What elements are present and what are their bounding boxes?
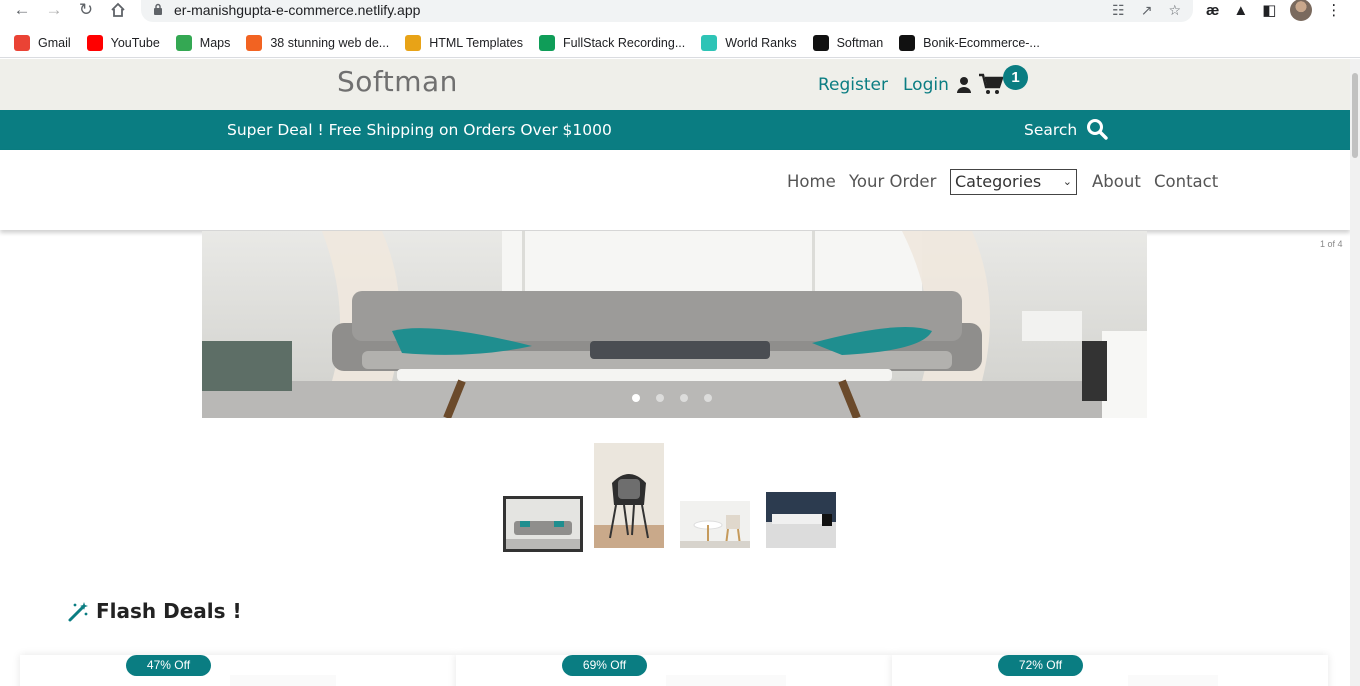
carousel-dot-1[interactable]	[632, 394, 640, 402]
extensions-puzzle-icon[interactable]: ▲	[1233, 2, 1248, 19]
translate-icon[interactable]: ☷	[1112, 2, 1125, 19]
nav-home[interactable]: Home	[787, 172, 836, 191]
discount-badge: 72% Off	[998, 655, 1083, 676]
bookmark-item[interactable]: FullStack Recording...	[538, 34, 686, 51]
bookmark-label: Maps	[199, 35, 231, 50]
thumbnail-table-chairs[interactable]	[680, 501, 750, 548]
gmail-icon	[14, 34, 30, 51]
bookmark-item[interactable]: Softman	[812, 34, 884, 51]
nav-about[interactable]: About	[1092, 172, 1141, 191]
discount-badge: 47% Off	[126, 655, 211, 676]
slide-counter: 1 of 4	[1320, 239, 1343, 249]
bookmark-label: FullStack Recording...	[562, 35, 686, 50]
brand-logo[interactable]: Softman	[337, 65, 458, 98]
login-link[interactable]: Login	[903, 75, 949, 95]
bookmark-label: World Ranks	[725, 35, 797, 50]
ae-extension-icon[interactable]: æ	[1206, 2, 1219, 19]
carousel-dots	[632, 394, 712, 402]
bookmark-item[interactable]: 38 stunning web de...	[246, 34, 390, 51]
99designs-icon	[246, 34, 263, 51]
bookmark-label: YouTube	[110, 35, 160, 50]
bookmark-label: Softman	[836, 35, 884, 50]
sofa-living-room-image	[202, 231, 1147, 418]
carousel-dot-2[interactable]	[656, 394, 664, 402]
url-text: er-manishgupta-e-commerce.netlify.app	[174, 2, 421, 18]
bookmark-label: Gmail	[38, 35, 71, 50]
top-header: Softman Register Login 1	[0, 59, 1350, 110]
page-scrollbar[interactable]	[1350, 59, 1360, 686]
reload-icon[interactable]: ↻	[74, 0, 98, 20]
carousel-dot-3[interactable]	[680, 394, 688, 402]
menu-dots-icon[interactable]: ⋮	[1326, 1, 1341, 19]
softman-icon	[812, 34, 829, 51]
user-icon[interactable]	[956, 76, 972, 94]
lock-icon	[154, 3, 162, 15]
bookmark-item[interactable]: Maps	[175, 34, 231, 51]
star-icon[interactable]: ☆	[1168, 2, 1181, 19]
address-bar[interactable]: er-manishgupta-e-commerce.netlify.app ☷ …	[141, 0, 1193, 22]
categories-select-value: Categories	[955, 172, 1042, 191]
side-panel-icon[interactable]: ◧	[1262, 1, 1276, 19]
categories-select[interactable]: Categories ⌄	[950, 169, 1077, 195]
search-bookmark-icon	[405, 34, 422, 51]
bookmark-label: HTML Templates	[429, 35, 523, 50]
home-icon[interactable]	[106, 0, 130, 20]
nav-contact[interactable]: Contact	[1154, 172, 1218, 191]
deal-card-image	[1128, 675, 1218, 686]
profile-avatar[interactable]	[1290, 0, 1313, 21]
maps-icon	[175, 34, 192, 51]
deal-card-image	[666, 675, 786, 686]
browser-toolbar: ← → ↻ er-manishgupta-e-commerce.netlify.…	[0, 0, 1360, 28]
forward-icon[interactable]: →	[42, 0, 66, 20]
cart-count-badge: 1	[1003, 65, 1028, 90]
thumbnail-chair[interactable]	[594, 443, 664, 548]
scrollbar-thumb[interactable]	[1352, 73, 1358, 158]
bookmark-item[interactable]: Bonik-Ecommerce-...	[899, 34, 1040, 51]
nav-your-order[interactable]: Your Order	[849, 172, 936, 191]
page-viewport: Softman Register Login 1 Super Deal ! Fr…	[0, 59, 1350, 686]
main-nav: Home Your Order Categories ⌄ About Conta…	[0, 150, 1350, 230]
thumbnail-sofa[interactable]	[503, 496, 583, 552]
sheets-icon	[538, 34, 555, 51]
deal-card[interactable]	[892, 655, 1328, 686]
cart-icon[interactable]	[979, 73, 1003, 95]
search-label[interactable]: Search	[1024, 121, 1077, 139]
bookmark-item[interactable]: World Ranks	[701, 34, 797, 51]
hero-carousel-image[interactable]	[202, 231, 1147, 418]
search-icon[interactable]	[1086, 118, 1108, 140]
youtube-icon	[86, 34, 103, 51]
github-icon	[899, 34, 916, 51]
promo-text: Super Deal ! Free Shipping on Orders Ove…	[227, 121, 612, 139]
bookmark-item[interactable]: YouTube	[86, 34, 160, 51]
thumbnail-bedroom[interactable]	[766, 492, 836, 548]
register-link[interactable]: Register	[818, 75, 888, 95]
discount-badge: 69% Off	[562, 655, 647, 676]
magic-wand-icon	[68, 602, 88, 622]
bookmark-item[interactable]: HTML Templates	[405, 34, 523, 51]
bookmark-item[interactable]: Gmail	[14, 34, 71, 51]
bookmarks-bar: Gmail YouTube Maps 38 stunning web de... HTM…	[0, 28, 1360, 58]
back-icon[interactable]: ←	[10, 0, 34, 20]
carousel-dot-4[interactable]	[704, 394, 712, 402]
flash-deals-title: Flash Deals !	[96, 599, 242, 623]
promo-bar: Super Deal ! Free Shipping on Orders Ove…	[0, 110, 1350, 150]
bookmark-label: 38 stunning web de...	[270, 35, 390, 50]
chevron-down-icon: ⌄	[1062, 175, 1072, 188]
bookmark-label: Bonik-Ecommerce-...	[923, 35, 1040, 50]
share-icon[interactable]: ↗	[1141, 2, 1153, 19]
deal-card-image	[230, 675, 336, 686]
ranks-icon	[701, 34, 718, 51]
